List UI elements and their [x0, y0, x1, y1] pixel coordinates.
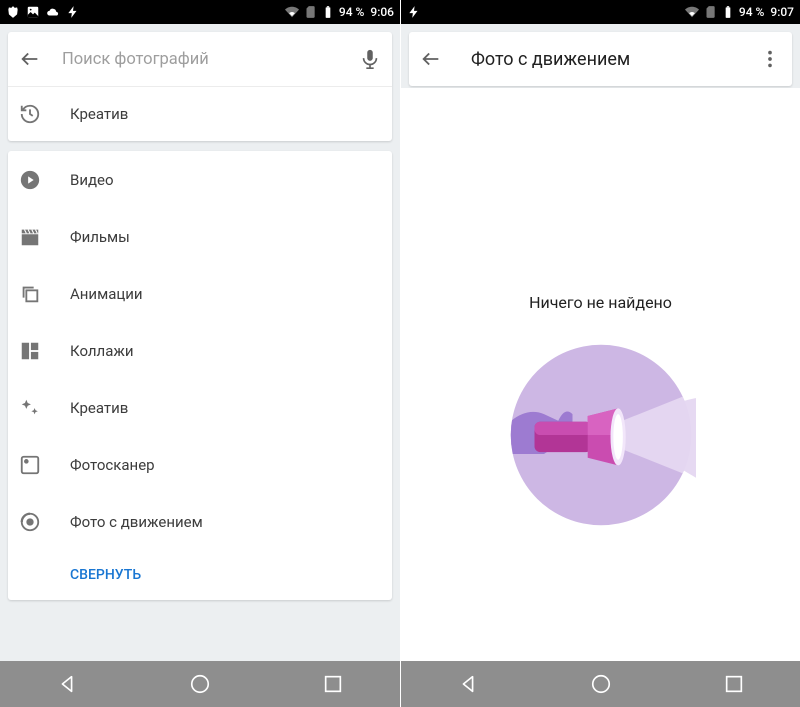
battery-icon [721, 5, 735, 19]
page-title: Фото с движением [471, 49, 730, 70]
collage-icon [18, 339, 42, 363]
nav-recent[interactable] [297, 661, 369, 707]
category-animations[interactable]: Анимации [8, 265, 392, 322]
category-label: Фото с движением [70, 513, 203, 531]
empty-state: Ничего не найдено [401, 88, 800, 661]
image-icon [26, 5, 40, 19]
time-text: 9:07 [770, 5, 794, 19]
category-label: Креатив [70, 399, 128, 417]
motion-icon [18, 510, 42, 534]
status-bar: 94 % 9:07 [401, 0, 800, 24]
nav-back[interactable] [31, 661, 103, 707]
category-motion[interactable]: Фото с движением [8, 493, 392, 550]
wifi-icon [685, 5, 699, 19]
overflow-icon[interactable] [758, 47, 782, 71]
sim-icon [703, 5, 717, 19]
search-card: Поиск фотографий Креатив [8, 32, 392, 141]
category-creative[interactable]: Креатив [8, 379, 392, 436]
history-icon [18, 102, 42, 126]
sparkle-icon [18, 396, 42, 420]
header-card: Фото с движением [409, 32, 792, 86]
battery-text: 94 % [339, 5, 364, 19]
phone-left: 94 % 9:06 Поиск фотографий Креатив [0, 0, 400, 707]
phone-right: 94 % 9:07 Фото с движением Ничего не най… [400, 0, 800, 707]
category-label: Видео [70, 171, 114, 189]
collapse-label: СВЕРНУТЬ [70, 567, 141, 583]
search-bar[interactable]: Поиск фотографий [8, 32, 392, 86]
back-icon[interactable] [18, 47, 42, 71]
scanner-icon [18, 453, 42, 477]
brave-icon [6, 5, 20, 19]
collapse-button[interactable]: СВЕРНУТЬ [8, 550, 392, 600]
frames-icon [18, 282, 42, 306]
flashlight-illustration [506, 340, 696, 530]
category-movies[interactable]: Фильмы [8, 208, 392, 265]
nav-recent[interactable] [698, 661, 770, 707]
back-icon[interactable] [419, 47, 443, 71]
category-label: Анимации [70, 285, 143, 303]
category-label: Коллажи [70, 342, 134, 360]
battery-icon [321, 5, 335, 19]
recent-label: Креатив [70, 105, 128, 123]
search-input[interactable]: Поиск фотографий [62, 50, 338, 69]
wifi-icon [285, 5, 299, 19]
cloud-icon [46, 5, 60, 19]
nav-home[interactable] [164, 661, 236, 707]
category-collages[interactable]: Коллажи [8, 322, 392, 379]
nav-back[interactable] [432, 661, 504, 707]
clapperboard-icon [18, 225, 42, 249]
nav-bar [0, 661, 400, 707]
play-icon [18, 168, 42, 192]
category-label: Фильмы [70, 228, 130, 246]
nav-bar [401, 661, 800, 707]
mic-icon[interactable] [358, 47, 382, 71]
status-bar: 94 % 9:06 [0, 0, 400, 24]
bolt-icon [66, 5, 80, 19]
battery-text: 94 % [739, 5, 764, 19]
category-video[interactable]: Видео [8, 151, 392, 208]
category-label: Фотосканер [70, 456, 155, 474]
category-photoscan[interactable]: Фотосканер [8, 436, 392, 493]
recent-row[interactable]: Креатив [8, 87, 392, 141]
nav-home[interactable] [565, 661, 637, 707]
empty-text: Ничего не найдено [529, 293, 672, 312]
categories-card: Видео Фильмы Анимации Коллажи [8, 151, 392, 600]
sim-icon [303, 5, 317, 19]
bolt-icon [407, 5, 421, 19]
time-text: 9:06 [370, 5, 394, 19]
